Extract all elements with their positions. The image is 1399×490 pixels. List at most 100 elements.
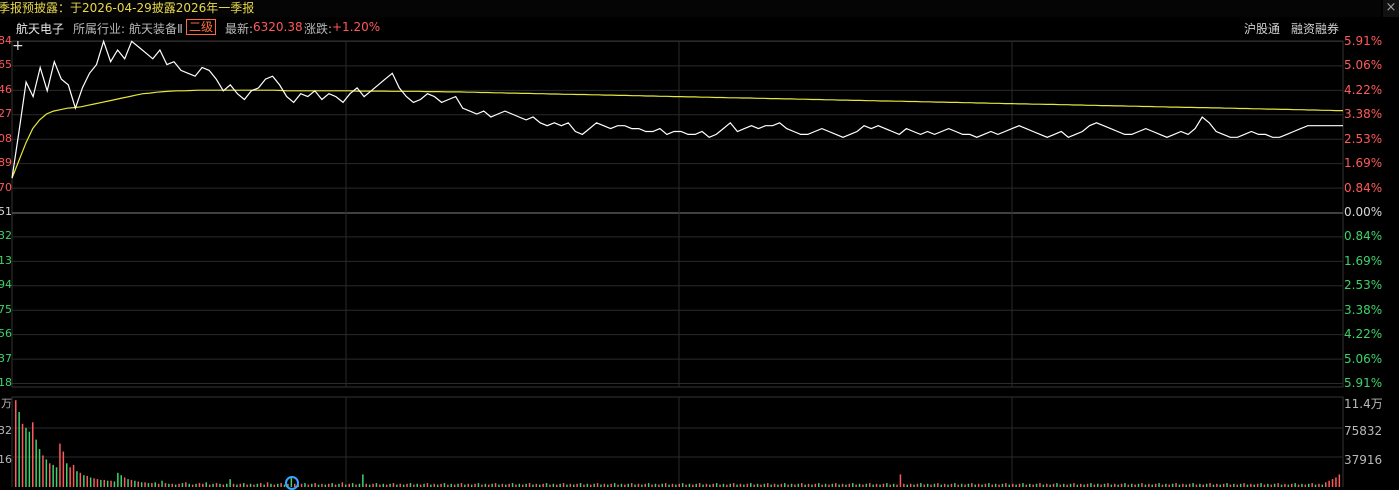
right-percent-tick: 5.91% — [1344, 376, 1383, 390]
volume-bar — [511, 483, 514, 487]
volume-bar — [52, 464, 54, 487]
volume-bar — [45, 459, 48, 487]
right-percent-tick: 5.91% — [1344, 34, 1383, 48]
volume-bar — [1073, 483, 1075, 487]
volume-right-tick: 75832 — [1344, 424, 1383, 438]
volume-bar — [750, 483, 752, 487]
volume-bar — [784, 483, 786, 487]
volume-bar — [314, 483, 316, 487]
volume-bar — [852, 483, 854, 487]
volume-bar — [83, 475, 85, 487]
volume-bar — [18, 412, 20, 487]
volume-bar — [144, 482, 146, 487]
volume-bar — [375, 483, 378, 487]
volume-bar — [1209, 483, 1211, 487]
volume-bar — [331, 483, 333, 487]
volume-bar — [86, 475, 88, 487]
left-price-tick: 18 — [0, 376, 12, 389]
volume-bar — [304, 483, 306, 487]
volume-bar — [205, 482, 207, 487]
volume-bar — [260, 483, 262, 487]
volume-bar — [545, 483, 548, 487]
volume-bar — [341, 482, 344, 487]
volume-bar — [100, 479, 102, 487]
left-price-tick: 75 — [0, 302, 12, 316]
volume-bar — [1141, 483, 1143, 487]
volume-bar — [130, 479, 133, 487]
volume-bar — [164, 483, 167, 487]
volume-bar — [106, 480, 109, 487]
volume-bar — [280, 483, 282, 487]
left-price-tick: 65 — [0, 58, 12, 72]
volume-bar — [93, 478, 95, 487]
volume-bar — [392, 483, 395, 487]
intraday-chart[interactable] — [0, 0, 1399, 487]
volume-bar — [198, 483, 201, 487]
volume-bar — [1325, 482, 1327, 487]
volume-bar — [351, 483, 354, 487]
volume-bar — [49, 463, 51, 487]
volume-bar — [38, 449, 41, 487]
left-price-tick: 94 — [0, 278, 12, 292]
left-price-tick: 27 — [0, 107, 12, 121]
volume-bar — [1124, 483, 1126, 487]
volume-bar — [229, 479, 231, 487]
right-percent-tick: 2.53% — [1344, 131, 1383, 146]
volume-bar — [35, 439, 37, 487]
volume-bar — [409, 483, 412, 487]
volume-bar — [362, 474, 364, 487]
volume-bar — [134, 480, 136, 487]
volume-bar — [937, 483, 939, 487]
right-percent-tick: 5.06% — [1344, 351, 1383, 366]
volume-bar — [1328, 480, 1330, 487]
volume-bar — [1090, 483, 1092, 487]
left-price-tick: 89 — [0, 156, 12, 170]
time-cursor-handle[interactable] — [285, 476, 299, 490]
right-percent-tick: 3.38% — [1344, 302, 1383, 317]
volume-bar — [1005, 483, 1007, 487]
volume-bar — [110, 480, 112, 487]
volume-bar — [681, 483, 684, 487]
volume-right-tick: 37916 — [1344, 453, 1383, 467]
volume-bar — [127, 479, 129, 487]
volume-bar — [988, 483, 990, 487]
volume-bar — [151, 483, 153, 487]
volume-bar — [147, 483, 150, 487]
volume-bar — [562, 483, 565, 487]
volume-bar — [1331, 479, 1334, 487]
volume-bar — [647, 483, 650, 487]
volume-bar — [869, 483, 871, 487]
volume-bar — [66, 463, 68, 487]
volume-bar — [59, 443, 61, 487]
volume-bar — [137, 481, 139, 487]
volume-bar — [426, 483, 429, 487]
volume-bar — [120, 475, 122, 487]
volume-bar — [1192, 483, 1194, 487]
right-percent-tick: 4.22% — [1344, 82, 1383, 97]
volume-bar — [32, 422, 34, 487]
volume-bar — [1158, 483, 1160, 487]
price-line — [11, 39, 1343, 179]
volume-bar — [69, 467, 71, 487]
volume-bar — [140, 482, 143, 487]
volume-bar — [117, 472, 119, 487]
volume-bar — [664, 483, 667, 487]
volume-bar — [596, 483, 599, 487]
volume-bar — [818, 483, 820, 487]
right-percent-tick: 5.06% — [1344, 58, 1383, 73]
volume-bar — [579, 483, 582, 487]
volume-bar — [123, 477, 126, 487]
volume-bar — [76, 471, 78, 487]
left-price-tick: 84 — [0, 34, 12, 47]
left-price-tick: 08 — [0, 131, 12, 145]
volume-left-tick: 16 — [0, 453, 12, 466]
left-price-tick: 37 — [0, 351, 12, 365]
volume-bar — [528, 483, 531, 487]
volume-bar — [21, 423, 24, 487]
volume-bar — [1039, 483, 1041, 487]
crosshair-icon[interactable]: + — [12, 38, 24, 54]
volume-bar — [185, 482, 187, 487]
volume-bar — [79, 472, 82, 487]
volume-bar — [954, 483, 956, 487]
volume-bar — [161, 480, 163, 487]
